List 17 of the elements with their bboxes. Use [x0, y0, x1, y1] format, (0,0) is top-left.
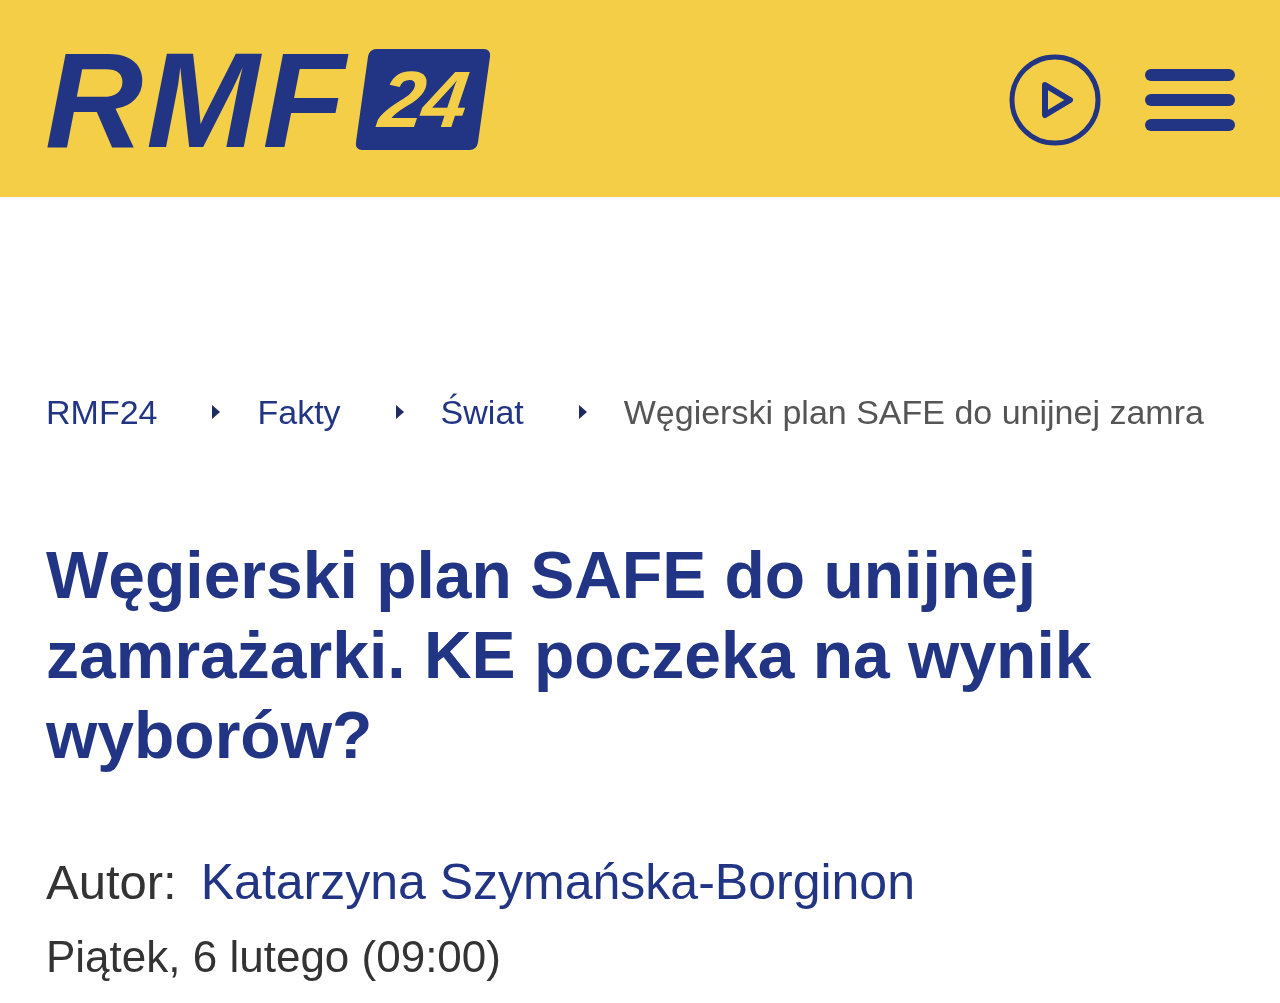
- breadcrumb-link[interactable]: Świat: [440, 392, 524, 432]
- caret-icon: [395, 405, 404, 419]
- author-link[interactable]: Katarzyna Szymańska-Borginon: [200, 852, 915, 912]
- caret-icon: [578, 405, 587, 419]
- play-button[interactable]: [1009, 53, 1101, 146]
- article-title: Węgierski plan SAFE do unijnej zamrażarki. KE poczeka na wynik wyborów?: [46, 537, 1093, 774]
- play-icon: [1009, 53, 1101, 146]
- menu-button[interactable]: [1145, 68, 1235, 131]
- breadcrumb-link[interactable]: RMF24: [46, 392, 158, 432]
- caret-icon: [212, 405, 221, 419]
- breadcrumb-link[interactable]: Fakty: [257, 392, 341, 432]
- logo-text[interactable]: RMF: [45, 49, 349, 150]
- publish-date: Piątek, 6 lutego (09:00): [46, 932, 501, 982]
- menu-icon: [1145, 68, 1235, 131]
- logo-badge[interactable]: 24: [354, 49, 491, 150]
- author-label: Autor:: [46, 854, 177, 911]
- breadcrumb-current: Węgierski plan SAFE do unijnej zamra: [623, 392, 1204, 432]
